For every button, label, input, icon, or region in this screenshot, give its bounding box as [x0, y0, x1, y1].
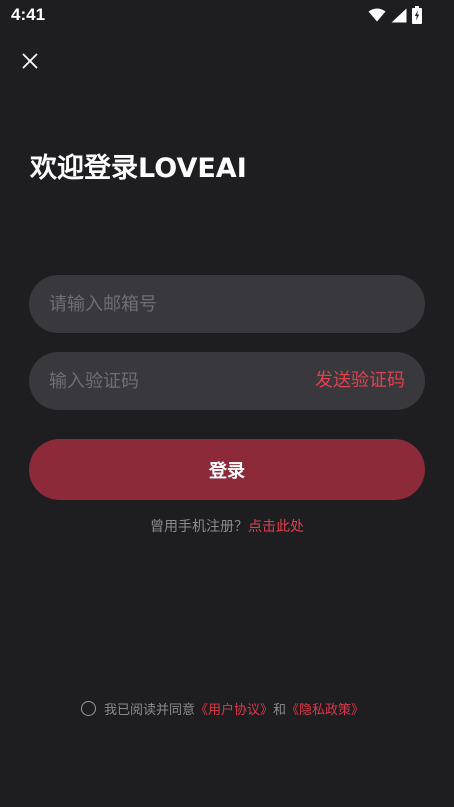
status-icons — [368, 6, 422, 24]
phone-register-prompt: 曾用手机注册？点击此处 — [0, 516, 454, 536]
agreement-row: 我已阅读并同意 《用户协议》 和 《隐私政策》 — [81, 698, 364, 718]
battery-charging-icon — [412, 6, 422, 24]
verification-code-input[interactable] — [49, 352, 289, 410]
agreement-and: 和 — [273, 702, 287, 718]
user-agreement-link[interactable]: 《用户协议》 — [195, 699, 273, 718]
phone-register-text: 曾用手机注册？ — [150, 519, 248, 535]
wifi-icon — [368, 8, 386, 22]
login-button[interactable]: 登录 — [29, 439, 425, 500]
phone-register-link[interactable]: 点击此处 — [248, 519, 304, 535]
send-code-button[interactable]: 发送验证码 — [315, 352, 405, 410]
email-field-container — [29, 275, 425, 333]
status-time: 4:41 — [11, 5, 46, 24]
email-input[interactable] — [49, 275, 409, 333]
privacy-policy-link[interactable]: 《隐私政策》 — [286, 699, 364, 718]
agreement-checkbox[interactable] — [81, 700, 96, 716]
status-bar: 4:41 — [0, 0, 454, 32]
close-icon — [22, 53, 38, 69]
code-field-container: 发送验证码 — [29, 352, 425, 410]
agreement-prefix: 我已阅读并同意 — [104, 702, 196, 718]
signal-icon — [391, 8, 407, 22]
close-button[interactable] — [17, 48, 43, 74]
page-title: 欢迎登录LOVEAI — [30, 153, 247, 184]
